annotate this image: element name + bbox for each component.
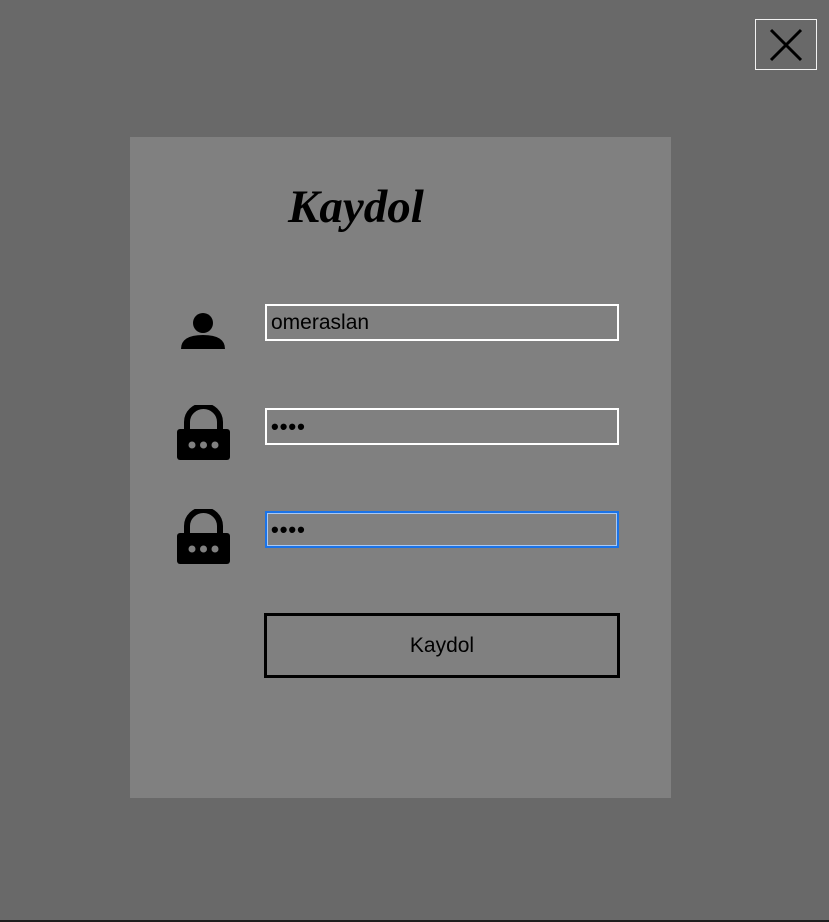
password-confirm-input[interactable] [265, 511, 619, 548]
lock-icon [177, 405, 230, 460]
username-input[interactable] [265, 304, 619, 341]
signup-panel: Kaydol Kaydol [130, 137, 671, 798]
user-icon [181, 313, 225, 349]
password-input[interactable] [265, 408, 619, 445]
close-icon [769, 28, 803, 61]
lock-icon [177, 509, 230, 564]
close-button[interactable] [755, 19, 817, 70]
signup-button[interactable]: Kaydol [264, 613, 620, 678]
page-title: Kaydol [288, 181, 424, 233]
